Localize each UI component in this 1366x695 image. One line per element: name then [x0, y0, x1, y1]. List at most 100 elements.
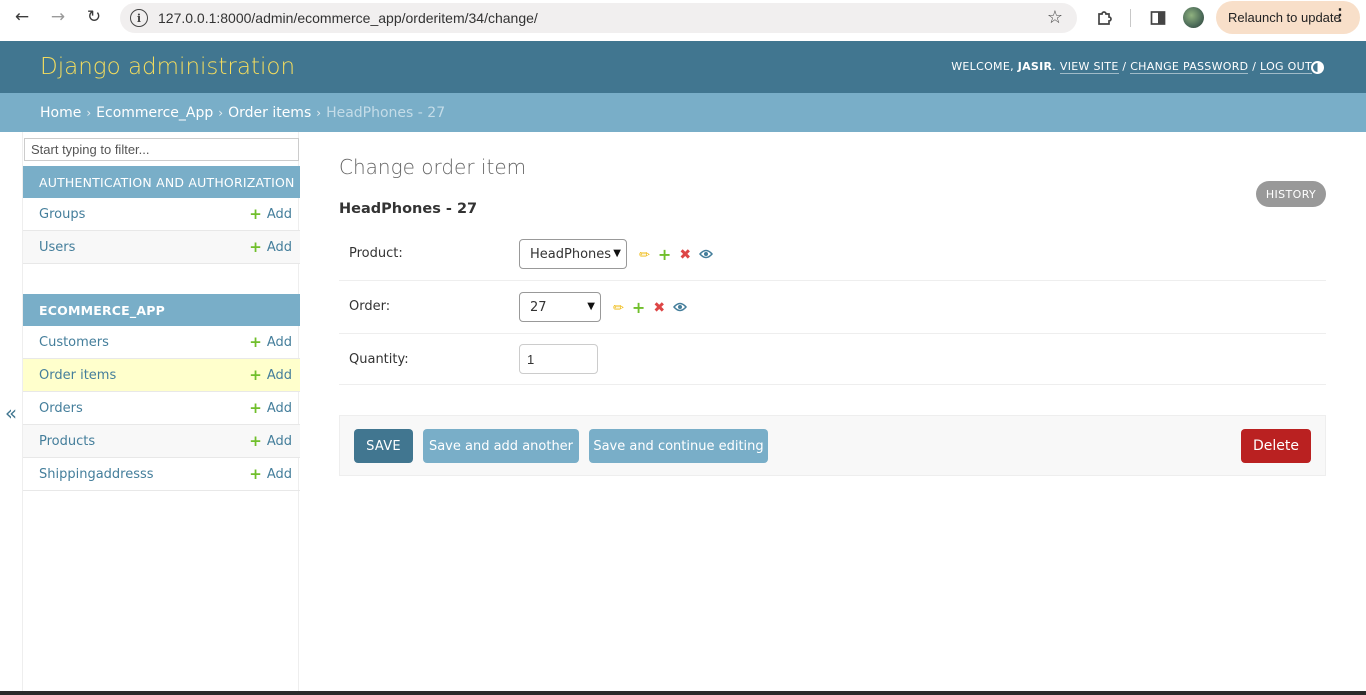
reload-icon[interactable]: ↻ [76, 0, 112, 34]
sidebar-item-products: Products + Add [23, 425, 300, 458]
nav-filter-input[interactable] [24, 138, 299, 161]
model-link[interactable]: Groups [39, 207, 85, 222]
breadcrumb-current: HeadPhones - 27 [326, 104, 446, 121]
add-shippingaddresss-link[interactable]: + Add [249, 464, 292, 483]
add-label: Add [266, 367, 292, 383]
sidebar-item-users: Users + Add [23, 231, 300, 264]
welcome-text: WELCOME, [951, 60, 1014, 73]
add-order-items-link[interactable]: + Add [249, 365, 292, 384]
add-customers-link[interactable]: + Add [249, 332, 292, 351]
theme-toggle-icon[interactable] [1311, 61, 1324, 74]
add-label: Add [266, 334, 292, 350]
kebab-menu-icon[interactable]: ⋮ [1332, 7, 1348, 25]
breadcrumb-separator: › [218, 105, 224, 120]
user-tools: WELCOME, JASIR. VIEW SITE / CHANGE PASSW… [951, 60, 1312, 74]
x-icon[interactable]: ✖ [653, 300, 665, 316]
sidebar-item-orders: Orders + Add [23, 392, 300, 425]
history-button[interactable]: HISTORY [1256, 181, 1326, 207]
star-icon[interactable]: ☆ [1047, 7, 1063, 28]
save-and-add-another-button[interactable]: Save and add another [423, 429, 579, 463]
product-label: Product: [349, 246, 403, 261]
back-icon[interactable]: ← [4, 0, 40, 34]
breadcrumb-separator: › [86, 105, 92, 120]
add-label: Add [266, 400, 292, 416]
toggle-sidebar-button[interactable]: « [0, 132, 22, 695]
plus-icon: + [249, 332, 262, 351]
toolbar-divider [1130, 9, 1131, 27]
username: JASIR [1017, 60, 1053, 73]
chevron-down-icon: ▼ [613, 248, 621, 259]
product-select[interactable]: HeadPhones ▼ [519, 239, 627, 269]
site-branding[interactable]: Django administration [40, 54, 295, 80]
window-bottom-edge [0, 691, 1366, 695]
info-icon[interactable]: i [130, 9, 148, 27]
model-link[interactable]: Shippingaddresss [39, 467, 154, 482]
add-users-link[interactable]: + Add [249, 237, 292, 256]
add-products-link[interactable]: + Add [249, 431, 292, 450]
breadcrumb-home[interactable]: Home [40, 105, 81, 121]
model-link[interactable]: Products [39, 434, 95, 449]
save-button[interactable]: SAVE [354, 429, 413, 463]
site-header: Django administration WELCOME, JASIR. VI… [0, 41, 1366, 93]
plus-icon: + [249, 204, 262, 223]
view-site-link[interactable]: VIEW SITE [1059, 60, 1119, 74]
model-link[interactable]: Order items [39, 368, 116, 383]
order-related-actions: ✏ + ✖ [613, 300, 688, 316]
form-row-order: Order: 27 ▼ ✏ + ✖ [339, 281, 1326, 334]
plus-icon: + [249, 431, 262, 450]
add-label: Add [266, 239, 292, 255]
plus-icon: + [249, 464, 262, 483]
log-out-link[interactable]: LOG OUT [1260, 60, 1312, 74]
sidebar-item-groups: Groups + Add [23, 198, 300, 231]
order-select[interactable]: 27 ▼ [519, 292, 601, 322]
chevron-down-icon: ▼ [587, 301, 595, 312]
x-icon[interactable]: ✖ [679, 247, 691, 263]
relaunch-label: Relaunch to update [1228, 10, 1341, 25]
add-label: Add [266, 466, 292, 482]
puzzle-icon[interactable] [1092, 5, 1118, 31]
plus-icon: + [249, 365, 262, 384]
side-panel-icon[interactable] [1145, 5, 1171, 31]
pencil-icon[interactable]: ✏ [639, 248, 650, 263]
eye-icon[interactable] [673, 300, 688, 316]
module-caption[interactable]: AUTHENTICATION AND AUTHORIZATION [23, 166, 300, 198]
breadcrumb-separator: › [316, 105, 322, 120]
eye-icon[interactable] [699, 247, 714, 263]
relaunch-button[interactable]: Relaunch to update ⋮ [1216, 1, 1360, 34]
order-label: Order: [349, 299, 391, 314]
module-auth: AUTHENTICATION AND AUTHORIZATION Groups … [23, 166, 300, 264]
add-orders-link[interactable]: + Add [249, 400, 292, 416]
browser-toolbar: ← → ↻ i 127.0.0.1:8000/admin/ecommerce_a… [0, 0, 1366, 41]
add-label: Add [266, 206, 292, 222]
quantity-label: Quantity: [349, 352, 409, 367]
sidebar-item-order-items: Order items + Add [23, 359, 300, 392]
model-link[interactable]: Orders [39, 401, 83, 416]
address-bar[interactable]: i 127.0.0.1:8000/admin/ecommerce_app/ord… [120, 3, 1077, 33]
breadcrumb-app[interactable]: Ecommerce_App [96, 105, 213, 121]
model-link[interactable]: Users [39, 240, 75, 255]
add-groups-link[interactable]: + Add [249, 204, 292, 223]
breadcrumb-model[interactable]: Order items [228, 105, 311, 121]
model-link[interactable]: Customers [39, 335, 109, 350]
sidebar: AUTHENTICATION AND AUTHORIZATION Groups … [22, 132, 300, 695]
form-row-quantity: Quantity: [339, 334, 1326, 385]
url-text[interactable]: 127.0.0.1:8000/admin/ecommerce_app/order… [158, 10, 538, 26]
plus-icon: + [249, 237, 262, 256]
quantity-input[interactable] [519, 344, 598, 374]
plus-icon[interactable]: + [658, 247, 671, 263]
sidebar-item-shippingaddresss: Shippingaddresss + Add [23, 458, 300, 491]
plus-icon[interactable]: + [632, 300, 645, 316]
form-row-product: Product: HeadPhones ▼ ✏ + ✖ [339, 228, 1326, 281]
breadcrumb: Home › Ecommerce_App › Order items › Hea… [0, 93, 1366, 132]
save-and-continue-button[interactable]: Save and continue editing [589, 429, 768, 463]
forward-icon[interactable]: → [40, 0, 76, 34]
sidebar-item-customers: Customers + Add [23, 326, 300, 359]
page-title: Change order item [339, 155, 527, 179]
profile-avatar[interactable] [1183, 7, 1204, 28]
submit-row: SAVE Save and add another Save and conti… [339, 415, 1326, 476]
add-label: Add [266, 433, 292, 449]
pencil-icon[interactable]: ✏ [613, 301, 624, 316]
module-caption[interactable]: ECOMMERCE_APP [23, 294, 300, 326]
change-password-link[interactable]: CHANGE PASSWORD [1130, 60, 1249, 74]
delete-button[interactable]: Delete [1241, 429, 1311, 463]
